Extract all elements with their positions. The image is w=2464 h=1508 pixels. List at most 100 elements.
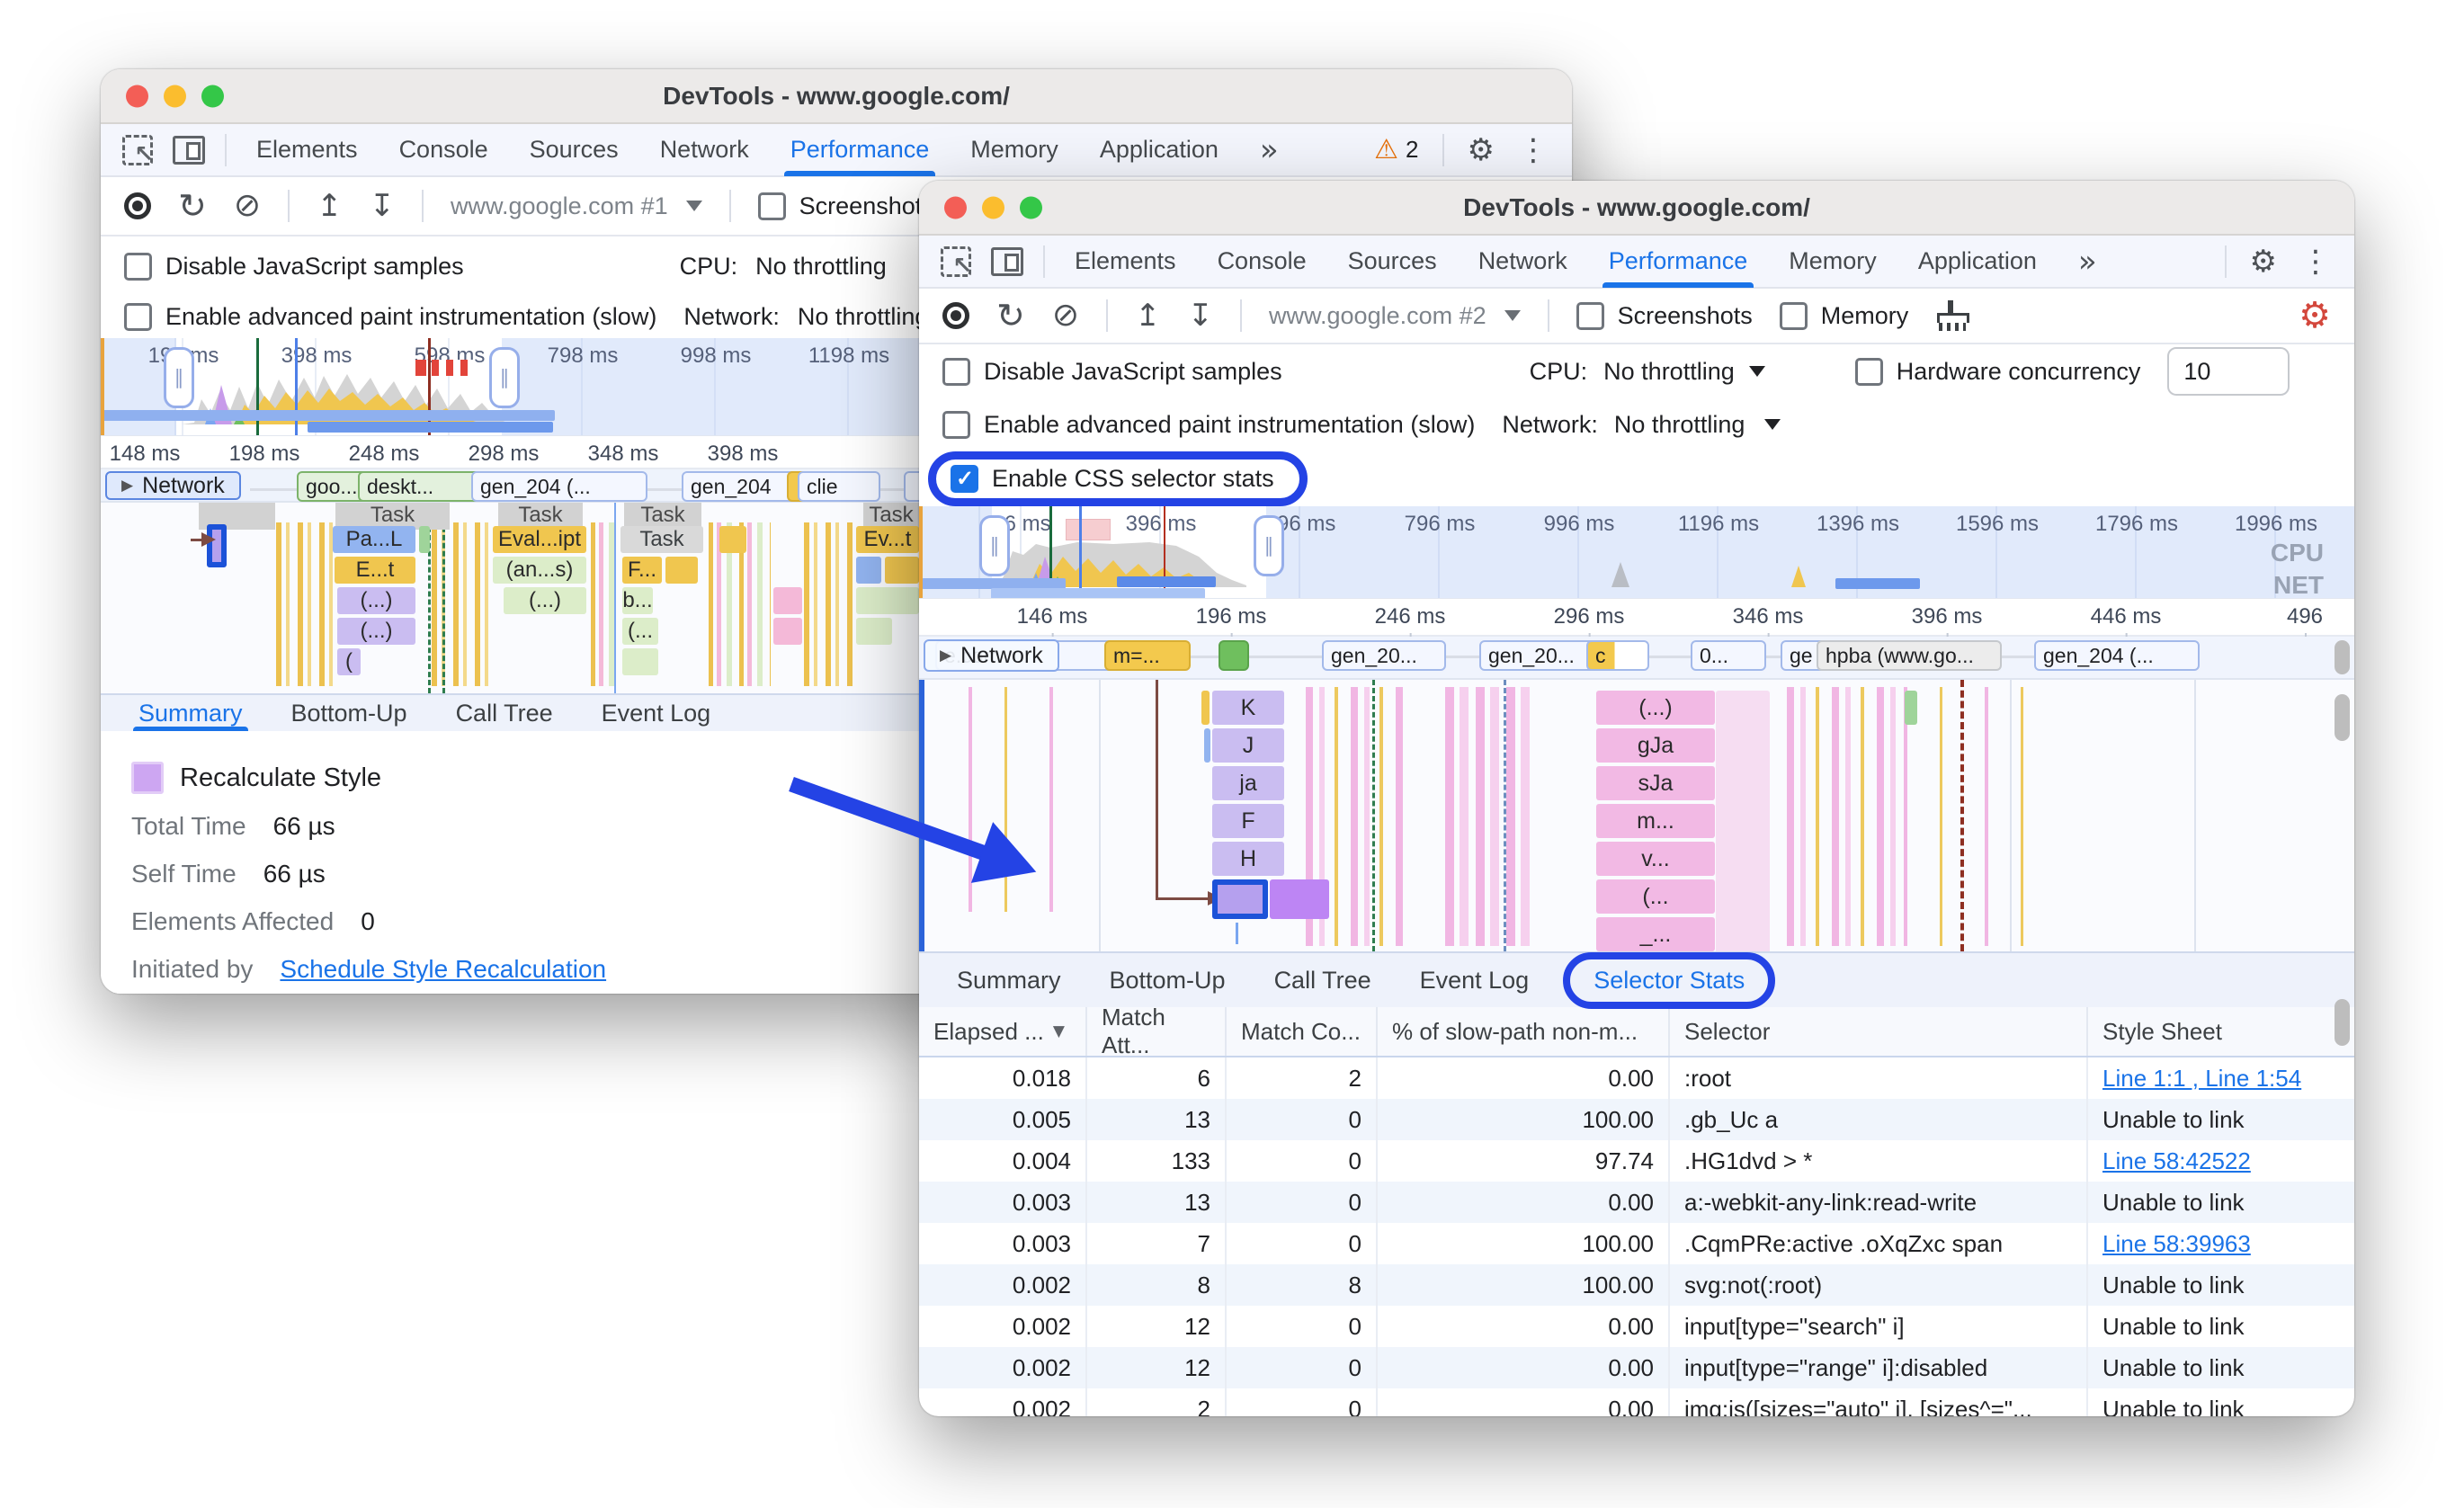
- summary-value[interactable]: 66 µs: [273, 812, 335, 841]
- network-request-chip[interactable]: c: [1586, 640, 1649, 671]
- flame-event-block[interactable]: H: [1212, 842, 1284, 876]
- flame-event-block[interactable]: [1270, 879, 1329, 919]
- network-request-chip[interactable]: 0...: [1691, 640, 1766, 671]
- summary-value[interactable]: 66 µs: [263, 860, 326, 888]
- devtools-tab[interactable]: Network: [639, 124, 770, 175]
- history-dropdown[interactable]: www.google.com #1: [451, 192, 702, 220]
- flame-event-block[interactable]: [419, 526, 430, 553]
- devtools-tab[interactable]: Sources: [1327, 236, 1458, 287]
- details-tab[interactable]: Summary: [121, 695, 261, 731]
- collect-garbage-icon[interactable]: [1935, 300, 1970, 331]
- table-row[interactable]: 0.002 12 0 0.00 input[type="range" i]:di…: [919, 1347, 2354, 1388]
- memory-checkbox[interactable]: Memory: [1779, 301, 1908, 330]
- flame-event-block[interactable]: [885, 557, 919, 584]
- disable-js-samples-checkbox[interactable]: Disable JavaScript samples: [942, 357, 1282, 386]
- cpu-throttling-select[interactable]: No throttling: [1603, 358, 1765, 386]
- table-row[interactable]: 0.018 6 2 0.00 :root Line 1:1 , Line 1:5…: [919, 1057, 2354, 1099]
- flame-event-block[interactable]: b...: [622, 587, 653, 614]
- flame-event-block[interactable]: gJa: [1596, 728, 1715, 763]
- devtools-tab[interactable]: Console: [1197, 236, 1327, 287]
- table-row[interactable]: 0.003 13 0 0.00 a:-webkit-any-link:read-…: [919, 1182, 2354, 1223]
- css-selector-stats-checkbox[interactable]: Enable CSS selector stats: [951, 464, 1274, 493]
- settings-gear-icon[interactable]: ⚙: [1468, 135, 1495, 165]
- more-tabs-icon[interactable]: »: [1239, 124, 1299, 175]
- reload-and-record-icon[interactable]: ↻: [178, 189, 207, 223]
- cell-style-sheet[interactable]: Line 1:1 , Line 1:54: [2086, 1057, 2354, 1099]
- overview-right-handle[interactable]: ∥: [489, 347, 520, 408]
- column-header-slow-path[interactable]: % of slow-path non-m...: [1376, 1007, 1668, 1056]
- kebab-menu-icon[interactable]: ⋮: [2300, 246, 2331, 277]
- flame-event-block[interactable]: [719, 526, 746, 553]
- flame-event-block[interactable]: K: [1212, 691, 1284, 725]
- cell-style-sheet[interactable]: Line 58:42522: [2086, 1140, 2354, 1182]
- main-thread-flamechart[interactable]: K Jja F H (...) gJa sJa m... v... (... _...: [919, 680, 2354, 951]
- hardware-concurrency-input[interactable]: 10: [2167, 347, 2290, 396]
- clear-recording-icon[interactable]: ⊘: [234, 190, 261, 222]
- details-tab[interactable]: Summary: [939, 953, 1079, 1007]
- overview-right-handle[interactable]: ∥: [1254, 515, 1284, 576]
- device-toolbar-icon[interactable]: [991, 246, 1023, 276]
- network-request-chip[interactable]: gen_20...: [1322, 640, 1446, 671]
- flame-event-block[interactable]: (...): [1596, 691, 1715, 725]
- flame-event-block[interactable]: (...): [337, 618, 415, 645]
- record-icon[interactable]: [124, 192, 151, 219]
- details-tab[interactable]: Call Tree: [438, 695, 571, 731]
- save-profile-icon[interactable]: ↧: [1188, 300, 1214, 331]
- flame-event-block[interactable]: ja: [1212, 766, 1284, 800]
- column-header-match-count[interactable]: Match Co...: [1225, 1007, 1376, 1056]
- advanced-paint-checkbox[interactable]: Enable advanced paint instrumentation (s…: [942, 410, 1475, 439]
- scrollbar-thumb[interactable]: [2335, 640, 2350, 674]
- network-request-chip[interactable]: gen_20...: [1479, 640, 1603, 671]
- network-track-header[interactable]: ▶ Network: [105, 471, 241, 500]
- advanced-paint-checkbox[interactable]: Enable advanced paint instrumentation (s…: [124, 303, 656, 331]
- flame-event-block[interactable]: (: [337, 648, 361, 675]
- clear-recording-icon[interactable]: ⊘: [1052, 299, 1079, 332]
- flame-event-block[interactable]: [665, 557, 698, 584]
- flame-event-block[interactable]: (...): [337, 587, 415, 614]
- devtools-tab[interactable]: Memory: [950, 124, 1079, 175]
- flame-event-block[interactable]: [856, 557, 881, 584]
- screenshots-checkbox[interactable]: Screenshots: [757, 192, 934, 220]
- devtools-tab[interactable]: Application: [1897, 236, 2058, 287]
- devtools-tab[interactable]: Elements: [236, 124, 379, 175]
- details-tab[interactable]: Event Log: [1402, 953, 1548, 1007]
- devtools-tab[interactable]: Console: [379, 124, 509, 175]
- kebab-menu-icon[interactable]: ⋮: [1518, 135, 1549, 165]
- flame-event-block[interactable]: (...): [504, 587, 586, 614]
- summary-value[interactable]: 0: [361, 907, 375, 936]
- device-toolbar-icon[interactable]: [173, 135, 205, 165]
- titlebar[interactable]: DevTools - www.google.com/: [101, 69, 1572, 124]
- overview-left-handle[interactable]: ∥: [979, 515, 1010, 576]
- flame-event-block[interactable]: Eval...ipt: [493, 526, 586, 553]
- network-request-chip[interactable]: clie: [798, 471, 880, 502]
- minimize-window-button[interactable]: [982, 196, 1004, 219]
- flame-event-block[interactable]: F: [1212, 804, 1284, 838]
- devtools-tab[interactable]: Memory: [1768, 236, 1897, 287]
- table-row[interactable]: 0.003 7 0 100.00 .CqmPRe:active .oXqZxc …: [919, 1223, 2354, 1264]
- network-throttling-select[interactable]: No throttling: [798, 303, 929, 331]
- details-tab[interactable]: Bottom-Up: [1092, 953, 1244, 1007]
- network-request-chip[interactable]: gen_204: [682, 471, 802, 502]
- cell-style-sheet[interactable]: Unable to link: [2086, 1306, 2354, 1347]
- cell-style-sheet[interactable]: Unable to link: [2086, 1099, 2354, 1140]
- network-request-chip[interactable]: gen_204 (...: [2034, 640, 2200, 671]
- network-track[interactable]: e.comm=...gen_20...gen_20...c0...gehpba …: [919, 637, 2354, 680]
- table-row[interactable]: 0.002 8 8 100.00 svg:not(:root) Unable t…: [919, 1264, 2354, 1306]
- disable-js-samples-checkbox[interactable]: Disable JavaScript samples: [124, 252, 464, 281]
- flame-event-block[interactable]: Pa...L: [333, 526, 415, 553]
- timeline-overview[interactable]: 96 ms 396 ms 596 ms 796 ms 996 ms 1196 ms 1396…: [919, 506, 2354, 599]
- column-header-match-attempts[interactable]: Match Att...: [1085, 1004, 1225, 1058]
- network-request-chip[interactable]: deskt...: [358, 471, 486, 502]
- flame-event-block[interactable]: m...: [1596, 804, 1715, 838]
- screenshots-checkbox[interactable]: Screenshots: [1576, 301, 1753, 330]
- flame-event-block[interactable]: F...: [622, 557, 662, 584]
- devtools-tab[interactable]: Network: [1458, 236, 1588, 287]
- column-header-elapsed[interactable]: Elapsed ... ▼: [919, 1007, 1085, 1056]
- flame-event-block[interactable]: [856, 618, 892, 645]
- load-profile-icon[interactable]: ↥: [1135, 300, 1161, 331]
- table-row[interactable]: 0.002 12 0 0.00 input[type="search" i] U…: [919, 1306, 2354, 1347]
- capture-settings-gear-icon[interactable]: ⚙: [2299, 295, 2331, 336]
- devtools-tab[interactable]: Application: [1079, 124, 1239, 175]
- scrollbar-thumb[interactable]: [2335, 999, 2350, 1046]
- cell-style-sheet[interactable]: Unable to link: [2086, 1388, 2354, 1416]
